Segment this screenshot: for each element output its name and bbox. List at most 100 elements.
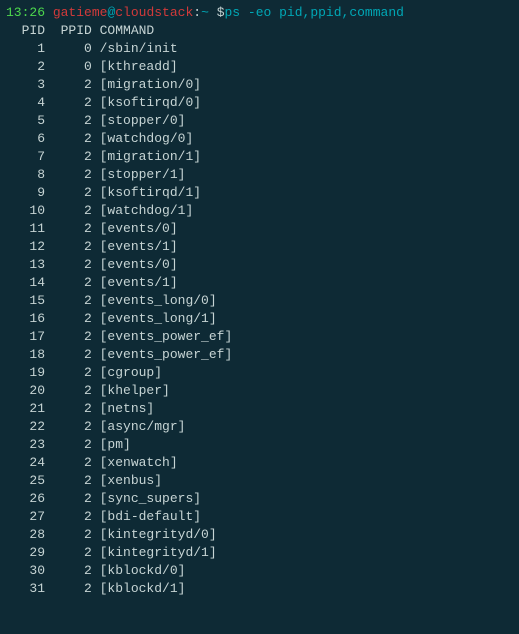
cell-command: [khelper] bbox=[92, 383, 170, 398]
process-row: 24 2 [xenwatch] bbox=[6, 454, 513, 472]
cell-ppid: 2 bbox=[45, 455, 92, 470]
cell-command: [kblockd/1] bbox=[92, 581, 186, 596]
cell-ppid: 2 bbox=[45, 545, 92, 560]
process-row: 21 2 [netns] bbox=[6, 400, 513, 418]
cell-pid: 25 bbox=[6, 473, 45, 488]
prompt-path: ~ bbox=[201, 5, 209, 20]
cell-ppid: 2 bbox=[45, 311, 92, 326]
cell-pid: 10 bbox=[6, 203, 45, 218]
cell-pid: 6 bbox=[6, 131, 45, 146]
cell-ppid: 2 bbox=[45, 131, 92, 146]
cell-command: [stopper/1] bbox=[92, 167, 186, 182]
cell-ppid: 2 bbox=[45, 113, 92, 128]
prompt-line: 13:26 gatieme@cloudstack:~ $ps -eo pid,p… bbox=[6, 4, 513, 22]
cell-command: [events/1] bbox=[92, 239, 178, 254]
cell-pid: 13 bbox=[6, 257, 45, 272]
cell-ppid: 2 bbox=[45, 257, 92, 272]
header-pid: PID bbox=[6, 23, 45, 38]
cell-pid: 12 bbox=[6, 239, 45, 254]
cell-command: [watchdog/1] bbox=[92, 203, 193, 218]
cell-ppid: 2 bbox=[45, 419, 92, 434]
cell-command: [events_power_ef] bbox=[92, 329, 232, 344]
prompt-colon: : bbox=[193, 5, 201, 20]
process-row: 3 2 [migration/0] bbox=[6, 76, 513, 94]
process-row: 26 2 [sync_supers] bbox=[6, 490, 513, 508]
cell-command: [cgroup] bbox=[92, 365, 162, 380]
cell-command: [events_long/0] bbox=[92, 293, 217, 308]
cell-command: [events/0] bbox=[92, 257, 178, 272]
cell-command: [events_power_ef] bbox=[92, 347, 232, 362]
cell-command: [stopper/0] bbox=[92, 113, 186, 128]
cell-ppid: 2 bbox=[45, 581, 92, 596]
cell-ppid: 2 bbox=[45, 473, 92, 488]
process-row: 10 2 [watchdog/1] bbox=[6, 202, 513, 220]
process-row: 1 0 /sbin/init bbox=[6, 40, 513, 58]
process-row: 11 2 [events/0] bbox=[6, 220, 513, 238]
header-command: COMMAND bbox=[92, 23, 154, 38]
process-row: 23 2 [pm] bbox=[6, 436, 513, 454]
cell-ppid: 2 bbox=[45, 275, 92, 290]
cell-ppid: 2 bbox=[45, 203, 92, 218]
cell-pid: 23 bbox=[6, 437, 45, 452]
terminal-output: 13:26 gatieme@cloudstack:~ $ps -eo pid,p… bbox=[6, 4, 513, 598]
process-row: 5 2 [stopper/0] bbox=[6, 112, 513, 130]
process-row: 15 2 [events_long/0] bbox=[6, 292, 513, 310]
process-row: 16 2 [events_long/1] bbox=[6, 310, 513, 328]
cell-command: [bdi-default] bbox=[92, 509, 201, 524]
cell-ppid: 2 bbox=[45, 149, 92, 164]
process-list: 1 0 /sbin/init 2 0 [kthreadd] 3 2 [migra… bbox=[6, 40, 513, 598]
cell-command: [events_long/1] bbox=[92, 311, 217, 326]
cell-pid: 14 bbox=[6, 275, 45, 290]
cell-ppid: 2 bbox=[45, 365, 92, 380]
cell-ppid: 2 bbox=[45, 239, 92, 254]
prompt-user: gatieme bbox=[53, 5, 108, 20]
process-row: 6 2 [watchdog/0] bbox=[6, 130, 513, 148]
process-row: 30 2 [kblockd/0] bbox=[6, 562, 513, 580]
cell-ppid: 2 bbox=[45, 491, 92, 506]
cell-ppid: 2 bbox=[45, 347, 92, 362]
cell-ppid: 2 bbox=[45, 77, 92, 92]
cell-ppid: 2 bbox=[45, 383, 92, 398]
cell-command: [events/1] bbox=[92, 275, 178, 290]
cell-pid: 29 bbox=[6, 545, 45, 560]
cell-pid: 31 bbox=[6, 581, 45, 596]
cell-pid: 8 bbox=[6, 167, 45, 182]
cell-ppid: 2 bbox=[45, 185, 92, 200]
process-row: 13 2 [events/0] bbox=[6, 256, 513, 274]
cell-pid: 21 bbox=[6, 401, 45, 416]
cell-ppid: 2 bbox=[45, 167, 92, 182]
process-row: 17 2 [events_power_ef] bbox=[6, 328, 513, 346]
process-row: 2 0 [kthreadd] bbox=[6, 58, 513, 76]
cell-pid: 2 bbox=[6, 59, 45, 74]
cell-pid: 27 bbox=[6, 509, 45, 524]
cell-pid: 15 bbox=[6, 293, 45, 308]
cell-pid: 7 bbox=[6, 149, 45, 164]
cell-ppid: 2 bbox=[45, 221, 92, 236]
cell-pid: 24 bbox=[6, 455, 45, 470]
cell-command: [events/0] bbox=[92, 221, 178, 236]
cell-pid: 16 bbox=[6, 311, 45, 326]
process-row: 19 2 [cgroup] bbox=[6, 364, 513, 382]
cell-ppid: 2 bbox=[45, 95, 92, 110]
cell-pid: 9 bbox=[6, 185, 45, 200]
cell-pid: 28 bbox=[6, 527, 45, 542]
cell-pid: 19 bbox=[6, 365, 45, 380]
cell-command: [watchdog/0] bbox=[92, 131, 193, 146]
cell-pid: 22 bbox=[6, 419, 45, 434]
prompt-dollar: $ bbox=[209, 5, 225, 20]
process-row: 14 2 [events/1] bbox=[6, 274, 513, 292]
cell-command: [migration/1] bbox=[92, 149, 201, 164]
cell-ppid: 2 bbox=[45, 329, 92, 344]
cell-ppid: 0 bbox=[45, 59, 92, 74]
cell-ppid: 2 bbox=[45, 563, 92, 578]
cell-command: /sbin/init bbox=[92, 41, 178, 56]
cell-pid: 5 bbox=[6, 113, 45, 128]
prompt-host: cloudstack bbox=[115, 5, 193, 20]
table-header: PID PPID COMMAND bbox=[6, 22, 513, 40]
cell-command: [kblockd/0] bbox=[92, 563, 186, 578]
process-row: 20 2 [khelper] bbox=[6, 382, 513, 400]
cell-command: [kintegrityd/0] bbox=[92, 527, 217, 542]
process-row: 8 2 [stopper/1] bbox=[6, 166, 513, 184]
header-ppid: PPID bbox=[45, 23, 92, 38]
cell-command: [netns] bbox=[92, 401, 154, 416]
